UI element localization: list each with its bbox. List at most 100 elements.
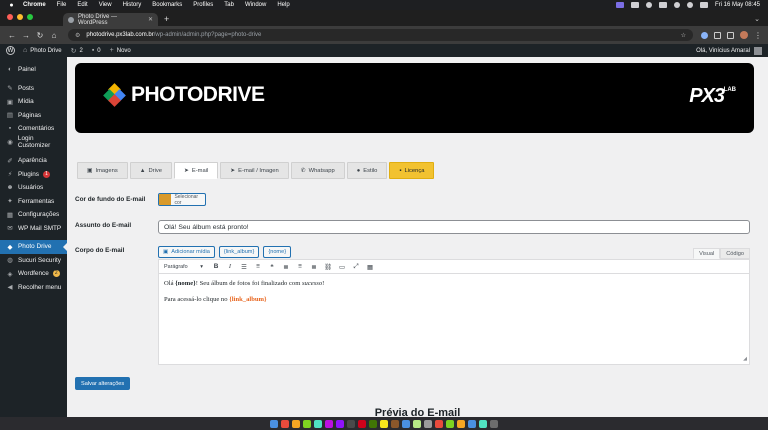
sidebar-item-plugins[interactable]: ⚡ Plugins 1 (0, 168, 67, 182)
sidebar-item-midia[interactable]: ▣ Mídia (0, 95, 67, 109)
bluetooth-icon[interactable] (645, 2, 652, 8)
menu-file[interactable]: File (57, 2, 67, 8)
dock-app-icon[interactable] (424, 419, 432, 428)
apple-icon[interactable]: ● (8, 2, 15, 9)
dock-app-icon[interactable] (468, 419, 476, 428)
tab-imagens[interactable]: ▣ Imagens (77, 162, 128, 179)
subject-input[interactable]: Olá! Seu álbum está pronto! (158, 220, 750, 234)
dock-app-icon[interactable] (446, 419, 454, 428)
sidebar-item-paginas[interactable]: ▤ Páginas (0, 109, 67, 123)
kebab-menu-icon[interactable]: ⋮ (754, 31, 762, 40)
wifi-icon[interactable] (673, 2, 680, 8)
tab-email-imagen[interactable]: ➤ E-mail / Imagen (220, 162, 289, 179)
resize-handle-icon[interactable]: ◢ (743, 356, 747, 362)
bullet-list-icon[interactable]: ☰ (240, 263, 248, 271)
sidebar-item-ferramentas[interactable]: ✦ Ferramentas (0, 195, 67, 209)
trash-icon[interactable] (490, 419, 498, 428)
email-body-editor[interactable]: Parágrafo ▾ B I ☰ ≡ ❝ ≣ ≡ ≣ ⛓ ▭ ⤢ ▦ Olá {… (158, 259, 750, 365)
align-right-icon[interactable]: ≣ (310, 263, 318, 271)
menu-profiles[interactable]: Profiles (193, 2, 213, 8)
menu-app-chrome[interactable]: Chrome (23, 2, 46, 8)
blockquote-icon[interactable]: ❝ (268, 263, 276, 271)
dock-app-icon[interactable] (292, 419, 300, 428)
new-tab-icon[interactable]: + (164, 14, 169, 24)
align-left-icon[interactable]: ≣ (282, 263, 290, 271)
forward-icon[interactable]: → (20, 31, 32, 40)
sidebar-collapse-menu[interactable]: ◀ Recolher menu (0, 281, 67, 295)
dock-app-icon[interactable] (281, 419, 289, 428)
format-select[interactable]: Parágrafo ▾ (164, 262, 206, 271)
tab-drive[interactable]: ▲ Drive (129, 162, 172, 179)
clock[interactable]: Fri 16 May 08:45 (715, 2, 760, 8)
align-center-icon[interactable]: ≡ (296, 263, 304, 270)
spotlight-icon[interactable] (686, 2, 693, 8)
reload-icon[interactable]: ↻ (34, 31, 46, 40)
bookmark-star-icon[interactable]: ☆ (681, 32, 686, 39)
link-icon[interactable]: ⛓ (324, 263, 332, 271)
menu-view[interactable]: View (99, 2, 112, 8)
sidebar-item-posts[interactable]: ✎ Posts (0, 82, 67, 96)
dock-app-icon[interactable] (391, 419, 399, 428)
admin-bar-account[interactable]: Olá, Vinícius Amaral (696, 46, 762, 55)
sidebar-item-usuarios[interactable]: ☻ Usuários (0, 181, 67, 195)
site-info-icon[interactable]: ⚙ (75, 32, 80, 39)
sidebar-item-photo-drive[interactable]: ◆ Photo Drive (0, 240, 67, 254)
dock-app-icon[interactable] (347, 419, 355, 428)
bold-icon[interactable]: B (212, 263, 220, 270)
dock-app-icon[interactable] (358, 419, 366, 428)
insert-link-album-button[interactable]: {link_album} (218, 246, 260, 258)
finder-icon[interactable] (270, 419, 278, 428)
back-icon[interactable]: ← (6, 31, 18, 40)
menu-window[interactable]: Window (245, 2, 266, 8)
sidebar-item-wp-mail-smtp[interactable]: ✉ WP Mail SMTP (0, 222, 67, 236)
toolbar-toggle-icon[interactable]: ▦ (366, 263, 374, 271)
fullscreen-icon[interactable]: ⤢ (352, 263, 360, 271)
sidebar-item-configuracoes[interactable]: ▦ Configurações (0, 208, 67, 222)
sidebar-item-sucuri-security[interactable]: ◍ Sucuri Security (0, 254, 67, 268)
save-button[interactable]: Salvar alterações (75, 377, 131, 390)
tab-whatsapp[interactable]: ✆ Whatsapp (290, 162, 345, 179)
extension-icon[interactable] (701, 31, 708, 39)
dock-app-icon[interactable] (435, 419, 443, 428)
color-picker-button[interactable]: Selecionar cor (158, 193, 206, 206)
insert-nome-button[interactable]: {nome} (263, 246, 292, 258)
close-tab-icon[interactable]: ✕ (148, 16, 153, 23)
add-media-button[interactable]: ▣ Adicionar mídia (158, 246, 215, 258)
wordpress-logo-icon[interactable]: W (6, 46, 15, 55)
menu-tab[interactable]: Tab (224, 2, 234, 8)
editor-content[interactable]: Olá {nome}! Seu álbum de fotos foi final… (159, 274, 749, 318)
dock-app-icon[interactable] (380, 419, 388, 428)
dock-app-icon[interactable] (479, 419, 487, 428)
display-icon[interactable] (630, 2, 639, 8)
dock-app-icon[interactable] (369, 419, 377, 428)
sidebar-item-login-customizer[interactable]: ◉ Login Customizer (0, 135, 67, 149)
tab-search-icon[interactable]: ⌄ (754, 15, 760, 23)
sidebar-item-painel[interactable]: ◐ Painel (0, 63, 67, 77)
admin-bar-updates[interactable]: ↻ 2 (71, 47, 83, 55)
dock-app-icon[interactable] (457, 419, 465, 428)
screen-record-icon[interactable] (615, 2, 624, 8)
dock-app-icon[interactable] (303, 419, 311, 428)
admin-bar-comments[interactable]: ▪ 0 (92, 47, 101, 54)
control-center-icon[interactable] (699, 2, 708, 8)
dock-app-icon[interactable] (336, 419, 344, 428)
menu-bookmarks[interactable]: Bookmarks (152, 2, 182, 8)
sidebar-item-aparencia[interactable]: ✐ Aparência (0, 154, 67, 168)
browser-tab[interactable]: Photo Drive — WordPress ✕ (63, 13, 158, 26)
read-more-icon[interactable]: ▭ (338, 263, 346, 271)
minimize-window-icon[interactable] (17, 13, 23, 20)
menu-edit[interactable]: Edit (77, 2, 87, 8)
admin-bar-site[interactable]: ⌂ Photo Drive (23, 47, 62, 54)
dock-app-icon[interactable] (325, 419, 333, 428)
profile-avatar[interactable] (740, 31, 748, 39)
tab-estilo[interactable]: ● Estilo (346, 162, 388, 179)
menu-help[interactable]: Help (277, 2, 289, 8)
side-panel-icon[interactable] (727, 31, 734, 39)
close-window-icon[interactable] (7, 13, 13, 20)
italic-icon[interactable]: I (226, 263, 234, 270)
zoom-window-icon[interactable] (27, 13, 33, 20)
menu-history[interactable]: History (123, 2, 142, 8)
dock-app-icon[interactable] (314, 419, 322, 428)
tab-visual[interactable]: Visual (693, 248, 721, 259)
address-bar[interactable]: ⚙ photodrive.px3lab.com.br /wp-admin/adm… (68, 29, 693, 41)
